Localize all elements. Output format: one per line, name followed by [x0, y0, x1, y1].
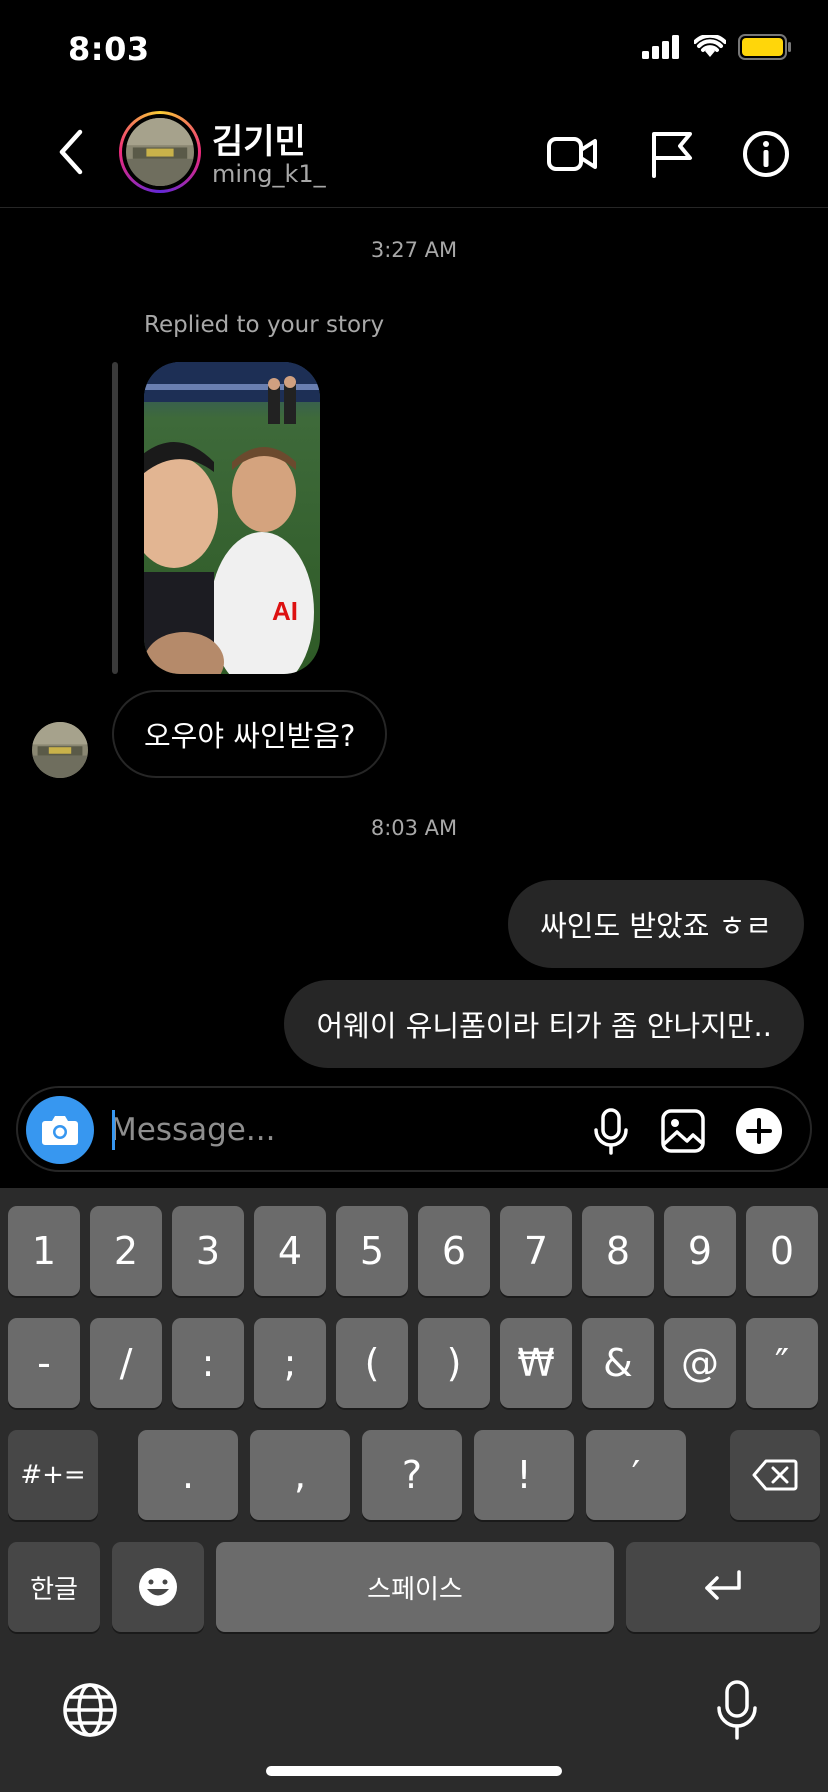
plus-icon[interactable]	[734, 1106, 784, 1156]
key-semicolon[interactable]: ;	[254, 1318, 326, 1408]
contact-username[interactable]: ming_k1_	[212, 160, 326, 188]
microphone-icon[interactable]	[586, 1106, 636, 1156]
key-more-symbols-label: #+=	[20, 1460, 86, 1490]
story-thumbnail[interactable]: AI	[144, 362, 320, 674]
back-arrow-icon[interactable]	[50, 126, 94, 178]
space-key-label: 스페이스	[367, 1574, 463, 1605]
avatar-image	[126, 118, 194, 186]
message-composer	[16, 1086, 812, 1172]
key-open-paren[interactable]: (	[336, 1318, 408, 1408]
flag-icon[interactable]	[646, 126, 702, 182]
return-icon	[705, 1570, 741, 1600]
key-9[interactable]: 9	[664, 1206, 736, 1296]
video-call-icon[interactable]	[544, 126, 600, 182]
key-question[interactable]: ?	[362, 1430, 462, 1520]
delete-key[interactable]	[730, 1430, 820, 1520]
status-bar: 8:03	[0, 0, 828, 100]
space-key[interactable]: 스페이스	[216, 1542, 614, 1632]
key-1[interactable]: 1	[8, 1206, 80, 1296]
dictation-icon[interactable]	[712, 1678, 762, 1742]
emoji-key[interactable]	[112, 1542, 204, 1632]
reply-bar	[112, 362, 118, 674]
key-at[interactable]: @	[664, 1318, 736, 1408]
delete-icon	[752, 1459, 798, 1491]
key-2[interactable]: 2	[90, 1206, 162, 1296]
chat-header: 김기민 ming_k1_	[0, 100, 828, 208]
sender-avatar[interactable]	[32, 722, 88, 778]
key-4[interactable]: 4	[254, 1206, 326, 1296]
key-korean-label: 한글	[30, 1574, 78, 1605]
timestamp: 3:27 AM	[370, 238, 458, 262]
key-apostrophe[interactable]: ′	[586, 1430, 686, 1520]
key-hyphen[interactable]: -	[8, 1318, 80, 1408]
key-5[interactable]: 5	[336, 1206, 408, 1296]
key-won[interactable]: ₩	[500, 1318, 572, 1408]
key-exclamation[interactable]: !	[474, 1430, 574, 1520]
camera-button[interactable]	[26, 1096, 94, 1164]
svg-text:AI: AI	[272, 596, 298, 626]
key-period[interactable]: .	[138, 1430, 238, 1520]
battery-icon	[738, 34, 791, 60]
key-slash[interactable]: /	[90, 1318, 162, 1408]
key-0[interactable]: 0	[746, 1206, 818, 1296]
emoji-icon	[139, 1568, 177, 1606]
key-comma[interactable]: ,	[250, 1430, 350, 1520]
info-icon[interactable]	[738, 126, 794, 182]
message-input[interactable]	[110, 1106, 490, 1154]
avatar[interactable]	[119, 111, 201, 193]
key-quote[interactable]: ″	[746, 1318, 818, 1408]
status-time: 8:03	[68, 30, 150, 68]
key-3[interactable]: 3	[172, 1206, 244, 1296]
reply-label: Replied to your story	[144, 312, 385, 338]
key-6[interactable]: 6	[418, 1206, 490, 1296]
key-8[interactable]: 8	[582, 1206, 654, 1296]
key-korean[interactable]: 한글	[8, 1542, 100, 1632]
camera-icon	[42, 1116, 78, 1145]
outgoing-message[interactable]: 어웨이 유니폼이라 티가 좀 안나지만..	[284, 980, 804, 1068]
globe-icon[interactable]	[62, 1682, 118, 1738]
return-key[interactable]	[626, 1542, 820, 1632]
key-7[interactable]: 7	[500, 1206, 572, 1296]
status-icons	[642, 34, 792, 60]
contact-name[interactable]: 김기민	[212, 114, 306, 163]
key-colon[interactable]: :	[172, 1318, 244, 1408]
key-close-paren[interactable]: )	[418, 1318, 490, 1408]
gallery-icon[interactable]	[658, 1106, 708, 1156]
key-more-symbols[interactable]: #+=	[8, 1430, 98, 1520]
home-indicator[interactable]	[266, 1766, 562, 1776]
key-ampersand[interactable]: &	[582, 1318, 654, 1408]
timestamp: 8:03 AM	[370, 816, 458, 840]
keyboard: 1 2 3 4 5 6 7 8 9 0 - / : ; ( ) ₩ & @ ″ …	[0, 1188, 828, 1792]
incoming-message[interactable]: 오우야 싸인받음?	[112, 690, 388, 778]
text-cursor	[112, 1110, 115, 1150]
outgoing-message[interactable]: 싸인도 받았죠 ㅎㄹ	[508, 880, 804, 968]
wifi-icon	[694, 35, 726, 57]
signal-icon	[642, 35, 679, 59]
